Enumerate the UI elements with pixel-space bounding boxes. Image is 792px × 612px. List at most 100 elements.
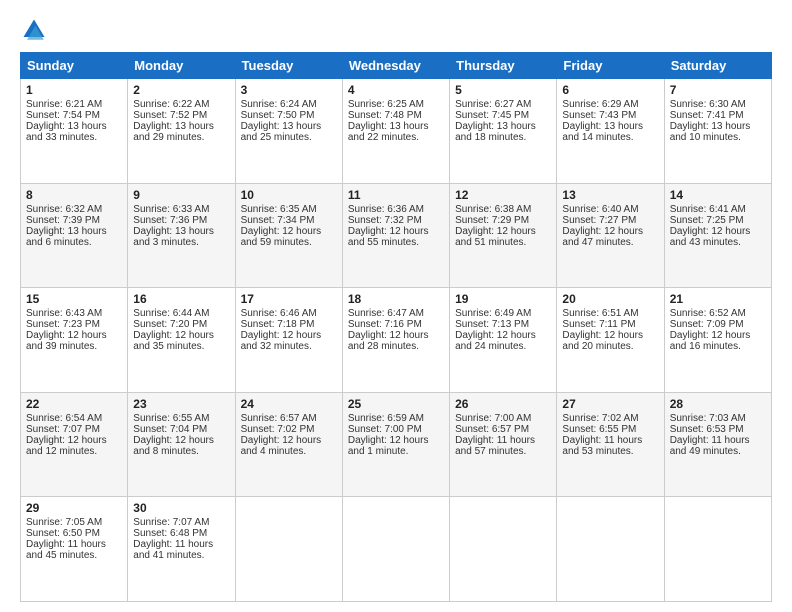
- header: [20, 16, 772, 44]
- cell-line: Sunset: 7:27 PM: [562, 215, 658, 226]
- cell-line: and 25 minutes.: [241, 132, 337, 143]
- cell-line: Sunrise: 6:27 AM: [455, 99, 551, 110]
- day-number: 22: [26, 397, 122, 411]
- cell-line: Daylight: 13 hours: [241, 121, 337, 132]
- logo-icon: [20, 16, 48, 44]
- cell-line: Daylight: 13 hours: [133, 226, 229, 237]
- calendar-cell: [664, 497, 771, 602]
- cell-line: Sunset: 7:02 PM: [241, 424, 337, 435]
- day-number: 15: [26, 292, 122, 306]
- cell-line: Sunrise: 6:59 AM: [348, 413, 444, 424]
- cell-line: and 14 minutes.: [562, 132, 658, 143]
- day-number: 9: [133, 188, 229, 202]
- calendar-cell: 19Sunrise: 6:49 AMSunset: 7:13 PMDayligh…: [450, 288, 557, 393]
- cell-line: Daylight: 13 hours: [133, 121, 229, 132]
- day-number: 13: [562, 188, 658, 202]
- cell-line: Sunrise: 6:29 AM: [562, 99, 658, 110]
- cell-line: Daylight: 12 hours: [562, 330, 658, 341]
- cell-line: and 33 minutes.: [26, 132, 122, 143]
- cell-line: Sunset: 7:09 PM: [670, 319, 766, 330]
- cell-line: Sunset: 7:48 PM: [348, 110, 444, 121]
- cell-line: Sunset: 6:53 PM: [670, 424, 766, 435]
- calendar-week-1: 8Sunrise: 6:32 AMSunset: 7:39 PMDaylight…: [21, 183, 772, 288]
- day-number: 11: [348, 188, 444, 202]
- cell-line: Sunset: 6:48 PM: [133, 528, 229, 539]
- cell-line: Daylight: 13 hours: [26, 121, 122, 132]
- cell-line: Sunset: 7:39 PM: [26, 215, 122, 226]
- cell-line: Daylight: 13 hours: [26, 226, 122, 237]
- cell-line: Sunset: 7:34 PM: [241, 215, 337, 226]
- day-number: 4: [348, 83, 444, 97]
- calendar-cell: 17Sunrise: 6:46 AMSunset: 7:18 PMDayligh…: [235, 288, 342, 393]
- day-number: 26: [455, 397, 551, 411]
- cell-line: Sunrise: 7:07 AM: [133, 517, 229, 528]
- cell-line: and 16 minutes.: [670, 341, 766, 352]
- calendar-body: 1Sunrise: 6:21 AMSunset: 7:54 PMDaylight…: [21, 79, 772, 602]
- calendar-header-row: SundayMondayTuesdayWednesdayThursdayFrid…: [21, 53, 772, 79]
- cell-line: Sunrise: 6:44 AM: [133, 308, 229, 319]
- calendar-cell: 24Sunrise: 6:57 AMSunset: 7:02 PMDayligh…: [235, 392, 342, 497]
- calendar-cell: 10Sunrise: 6:35 AMSunset: 7:34 PMDayligh…: [235, 183, 342, 288]
- cell-line: and 57 minutes.: [455, 446, 551, 457]
- cell-line: and 35 minutes.: [133, 341, 229, 352]
- calendar-table: SundayMondayTuesdayWednesdayThursdayFrid…: [20, 52, 772, 602]
- cell-line: Daylight: 12 hours: [455, 330, 551, 341]
- cell-line: Sunset: 6:57 PM: [455, 424, 551, 435]
- calendar-cell: 7Sunrise: 6:30 AMSunset: 7:41 PMDaylight…: [664, 79, 771, 184]
- cell-line: Sunrise: 6:40 AM: [562, 204, 658, 215]
- col-header-monday: Monday: [128, 53, 235, 79]
- day-number: 7: [670, 83, 766, 97]
- cell-line: Sunset: 7:29 PM: [455, 215, 551, 226]
- cell-line: Sunrise: 6:25 AM: [348, 99, 444, 110]
- calendar-cell: 3Sunrise: 6:24 AMSunset: 7:50 PMDaylight…: [235, 79, 342, 184]
- calendar-cell: [342, 497, 449, 602]
- cell-line: Sunset: 7:36 PM: [133, 215, 229, 226]
- calendar-cell: 26 Sunrise: 7:00 AMSunset: 6:57 PMDayligh…: [450, 392, 557, 497]
- cell-line: and 29 minutes.: [133, 132, 229, 143]
- calendar-cell: 8Sunrise: 6:32 AMSunset: 7:39 PMDaylight…: [21, 183, 128, 288]
- cell-line: Sunset: 7:00 PM: [348, 424, 444, 435]
- cell-line: and 8 minutes.: [133, 446, 229, 457]
- calendar-cell: 28Sunrise: 7:03 AMSunset: 6:53 PMDayligh…: [664, 392, 771, 497]
- day-number: 27: [562, 397, 658, 411]
- calendar-cell: 9Sunrise: 6:33 AMSunset: 7:36 PMDaylight…: [128, 183, 235, 288]
- cell-line: and 20 minutes.: [562, 341, 658, 352]
- cell-line: Sunset: 7:20 PM: [133, 319, 229, 330]
- day-number: 28: [670, 397, 766, 411]
- cell-line: Sunset: 7:07 PM: [26, 424, 122, 435]
- calendar-cell: 16 Sunrise: 6:44 AMSunset: 7:20 PMDayligh…: [128, 288, 235, 393]
- cell-line: and 49 minutes.: [670, 446, 766, 457]
- cell-line: Sunrise: 6:43 AM: [26, 308, 122, 319]
- cell-line: and 18 minutes.: [455, 132, 551, 143]
- day-number: 3: [241, 83, 337, 97]
- cell-line: Sunrise: 6:22 AM: [133, 99, 229, 110]
- calendar-cell: 25Sunrise: 6:59 AMSunset: 7:00 PMDayligh…: [342, 392, 449, 497]
- cell-line: Sunrise: 6:49 AM: [455, 308, 551, 319]
- calendar-cell: 12Sunrise: 6:38 AMSunset: 7:29 PMDayligh…: [450, 183, 557, 288]
- cell-line: Sunrise: 7:00 AM: [455, 413, 551, 424]
- cell-line: Daylight: 12 hours: [562, 226, 658, 237]
- calendar-cell: [557, 497, 664, 602]
- cell-line: Daylight: 11 hours: [670, 435, 766, 446]
- day-number: 23: [133, 397, 229, 411]
- calendar-cell: [235, 497, 342, 602]
- day-number: 16: [133, 292, 229, 306]
- cell-line: Daylight: 11 hours: [562, 435, 658, 446]
- day-number: 30: [133, 501, 229, 515]
- cell-line: Daylight: 11 hours: [455, 435, 551, 446]
- cell-line: Sunset: 7:13 PM: [455, 319, 551, 330]
- calendar-week-0: 1Sunrise: 6:21 AMSunset: 7:54 PMDaylight…: [21, 79, 772, 184]
- cell-line: Sunset: 7:18 PM: [241, 319, 337, 330]
- cell-line: Daylight: 12 hours: [348, 226, 444, 237]
- cell-line: Sunrise: 6:35 AM: [241, 204, 337, 215]
- cell-line: Sunset: 6:55 PM: [562, 424, 658, 435]
- day-number: 14: [670, 188, 766, 202]
- cell-line: and 10 minutes.: [670, 132, 766, 143]
- day-number: 25: [348, 397, 444, 411]
- cell-line: Daylight: 12 hours: [133, 330, 229, 341]
- cell-line: Daylight: 12 hours: [241, 330, 337, 341]
- cell-line: Daylight: 12 hours: [133, 435, 229, 446]
- cell-line: Sunrise: 6:46 AM: [241, 308, 337, 319]
- cell-line: Daylight: 12 hours: [455, 226, 551, 237]
- calendar-cell: 15Sunrise: 6:43 AMSunset: 7:23 PMDayligh…: [21, 288, 128, 393]
